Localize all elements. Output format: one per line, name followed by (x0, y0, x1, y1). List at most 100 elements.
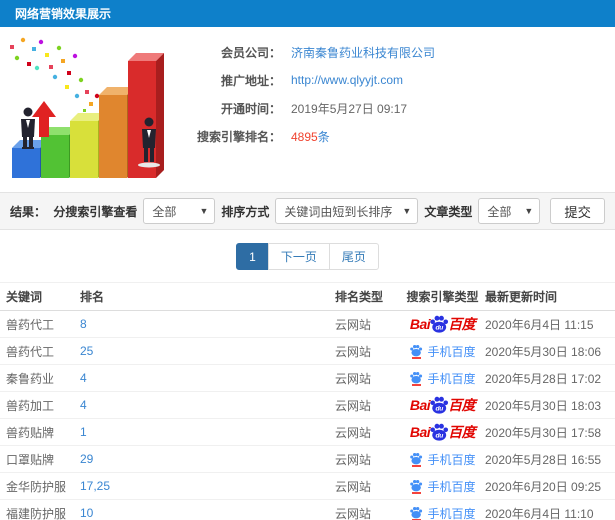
rank-link[interactable]: 10 (80, 506, 93, 520)
engine-type-cell: 手机百度 (400, 505, 485, 520)
update-time-cell: 2020年6月4日 11:15 (485, 317, 594, 332)
table-row: 金华防护服 17,25 云网站 手机百度 2020年6月20日 09:25 (0, 473, 615, 500)
info-row-rank-count: 搜索引擎排名： 4895条 (177, 127, 435, 145)
caret-down-icon: ▼ (402, 206, 412, 216)
engine-type-cell: 手机百度 (400, 370, 485, 387)
engine-type-cell: Bai du 百度 (400, 395, 485, 415)
table-row: 兽药代工 8 云网站 Bai du 百度 2020年6月4日 11:15 (0, 311, 615, 338)
engine-select[interactable]: 全部 ▼ (143, 198, 216, 224)
caret-down-icon: ▼ (524, 206, 534, 216)
update-time-cell: 2020年5月28日 16:55 (485, 452, 602, 467)
info-section: 会员公司： 济南秦鲁药业科技有限公司 推广地址： http://www.qlyy… (0, 27, 615, 192)
rank-link[interactable]: 4 (80, 371, 87, 385)
info-row-url: 推广地址： http://www.qlyyjt.com (177, 71, 435, 89)
mobile-baidu-icon: 手机百度 (409, 343, 476, 360)
rank-cell: 29 (80, 452, 335, 466)
rank-type-cell: 云网站 (335, 317, 372, 332)
mobile-baidu-icon: 手机百度 (409, 478, 476, 495)
rank-link[interactable]: 25 (80, 344, 93, 358)
baidu-logo-icon: Bai du 百度 (409, 315, 476, 333)
company-info-list: 会员公司： 济南秦鲁药业科技有限公司 推广地址： http://www.qlyy… (177, 33, 435, 192)
engine-type-cell: 手机百度 (400, 343, 485, 360)
mobile-baidu-label: 手机百度 (427, 371, 476, 386)
table-header-row: 关键词 排名 排名类型 搜索引擎类型 最新更新时间 (0, 282, 615, 311)
update-time-cell: 2020年5月28日 17:02 (485, 371, 602, 386)
mobile-baidu-label: 手机百度 (427, 344, 476, 359)
mobile-baidu-icon: 手机百度 (409, 451, 476, 468)
bar-chart-illustration (2, 33, 177, 185)
svg-text:du: du (436, 406, 444, 413)
rank-link[interactable]: 4 (80, 398, 87, 412)
caret-down-icon: ▼ (199, 206, 209, 216)
promo-url-label: 推广地址： (220, 73, 281, 88)
header-engine-type: 搜索引擎类型 (406, 290, 479, 304)
baidu-paw-icon: du (430, 423, 449, 441)
open-time-label: 开通时间： (220, 101, 281, 116)
rank-type-cell: 云网站 (335, 398, 372, 413)
mobile-baidu-label: 手机百度 (427, 506, 476, 520)
promo-url-link[interactable]: http://www.qlyyjt.com (291, 73, 403, 87)
title-bar: 网络营销效果展示 (0, 0, 615, 27)
table-body: 兽药代工 8 云网站 Bai du 百度 2020年6月4日 11:15 兽药代工 25 云网站手… (0, 311, 615, 520)
baidu-paw-icon (410, 371, 423, 383)
rank-link[interactable]: 8 (80, 317, 87, 331)
pagination: 1 下一页 尾页 (0, 243, 615, 270)
rank-link[interactable]: 17,25 (80, 479, 110, 493)
page-title: 网络营销效果展示 (15, 7, 112, 21)
result-label: 结果： (10, 204, 47, 219)
keyword-cell: 福建防护服 (6, 506, 67, 520)
baidu-paw-icon: du (430, 315, 449, 333)
mobile-baidu-label: 手机百度 (427, 452, 476, 467)
rank-cell: 8 (80, 317, 335, 331)
engine-type-cell: Bai du 百度 (400, 314, 485, 334)
keyword-cell: 兽药加工 (6, 398, 55, 413)
page-1-button[interactable]: 1 (236, 243, 269, 270)
rank-link[interactable]: 29 (80, 452, 93, 466)
engine-type-cell: Bai du 百度 (400, 422, 485, 442)
sort-select[interactable]: 关键词由短到长排序 ▼ (275, 198, 419, 224)
baidu-paw-icon: du (430, 396, 449, 414)
company-label: 会员公司： (220, 45, 281, 60)
rank-cell: 10 (80, 506, 335, 520)
open-time-value: 2019年5月27日 09:17 (291, 101, 408, 116)
rank-type-cell: 云网站 (335, 479, 372, 494)
rank-type-cell: 云网站 (335, 425, 372, 440)
baidu-logo-icon: Bai du 百度 (409, 423, 476, 441)
rank-type-cell: 云网站 (335, 371, 372, 386)
header-keyword: 关键词 (6, 290, 43, 304)
baidu-paw-icon (410, 344, 423, 356)
engine-type-cell: 手机百度 (400, 478, 485, 495)
table-row: 兽药加工 4 云网站 Bai du 百度 2020年5月30日 18:03 (0, 392, 615, 419)
table-row: 兽药贴牌 1 云网站 Bai du 百度 2020年5月30日 17:58 (0, 419, 615, 446)
submit-button[interactable]: 提交 (550, 198, 605, 224)
keyword-cell: 口罩贴牌 (6, 452, 55, 467)
sort-label: 排序方式 (221, 204, 270, 219)
keyword-cell: 金华防护服 (6, 479, 67, 494)
rank-cell: 1 (80, 425, 335, 439)
table-row: 福建防护服 10 云网站 手机百度 2020年6月4日 11:10 (0, 500, 615, 520)
keyword-cell: 兽药贴牌 (6, 425, 55, 440)
results-table: 关键词 排名 排名类型 搜索引擎类型 最新更新时间 兽药代工 8 云网站 Bai du 百… (0, 282, 615, 520)
info-row-opened: 开通时间： 2019年5月27日 09:17 (177, 99, 435, 117)
info-row-company: 会员公司： 济南秦鲁药业科技有限公司 (177, 43, 435, 61)
update-time-cell: 2020年5月30日 18:06 (485, 344, 602, 359)
svg-text:du: du (436, 433, 444, 440)
article-type-label: 文章类型 (424, 204, 473, 219)
rank-link[interactable]: 1 (80, 425, 87, 439)
rank-count-label: 搜索引擎排名： (196, 129, 281, 144)
next-page-button[interactable]: 下一页 (267, 243, 330, 270)
rank-count-unit-link[interactable]: 条 (318, 130, 330, 144)
last-page-button[interactable]: 尾页 (328, 243, 379, 270)
rank-cell: 25 (80, 344, 335, 358)
rank-type-cell: 云网站 (335, 506, 372, 520)
keyword-cell: 兽药代工 (6, 344, 55, 359)
article-type-select[interactable]: 全部 ▼ (478, 198, 541, 224)
company-name-link[interactable]: 济南秦鲁药业科技有限公司 (291, 44, 435, 61)
update-time-cell: 2020年5月30日 18:03 (485, 398, 602, 413)
filter-bar: 结果： 分搜索引擎查看 全部 ▼ 排序方式 关键词由短到长排序 ▼ 文章类型 全… (0, 192, 615, 230)
svg-text:du: du (436, 325, 444, 332)
keyword-cell: 兽药代工 (6, 317, 55, 332)
rank-cell: 17,25 (80, 479, 335, 493)
mobile-baidu-icon: 手机百度 (409, 505, 476, 520)
table-row: 兽药代工 25 云网站 手机百度 2020年5月30日 18:06 (0, 338, 615, 365)
